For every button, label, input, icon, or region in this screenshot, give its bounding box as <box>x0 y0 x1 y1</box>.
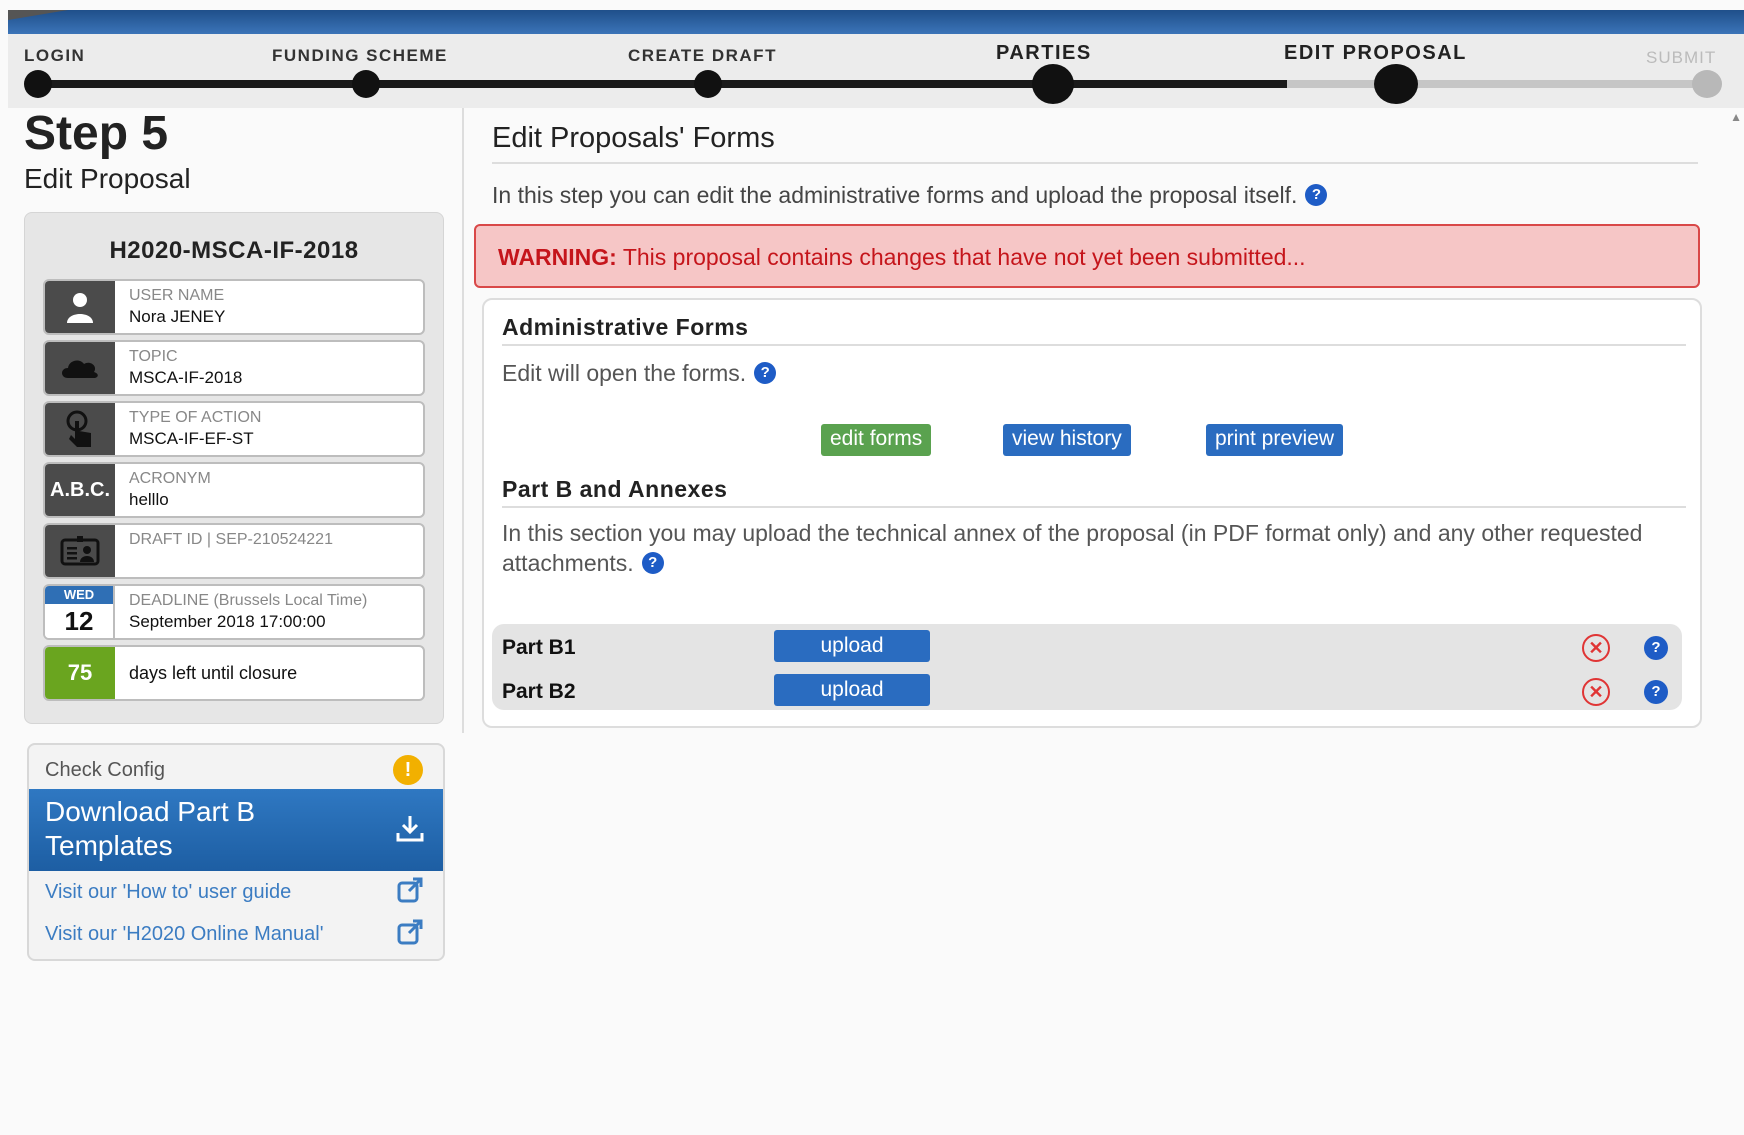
info-user-name: USER NAME Nora JENEY <box>43 279 425 335</box>
download-icon <box>395 813 425 851</box>
step-title: Step 5 <box>24 107 169 160</box>
check-config-label: Check Config <box>45 759 166 781</box>
info-deadline: WED 12 DEADLINE (Brussels Local Time) Se… <box>43 584 425 640</box>
step-label: SUBMIT <box>1646 48 1717 67</box>
info-key: TYPE OF ACTION <box>129 409 262 426</box>
warning-message: This proposal contains changes that have… <box>622 244 1306 270</box>
step-subtitle: Edit Proposal <box>24 163 191 194</box>
scroll-up-arrow-icon[interactable]: ▲ <box>1730 110 1742 124</box>
step-dot-current <box>1374 64 1418 104</box>
step-label: EDIT PROPOSAL <box>1284 42 1467 64</box>
info-value: MSCA-IF-2018 <box>129 368 243 387</box>
step-label: FUNDING SCHEME <box>272 46 448 65</box>
info-key: ACRONYM <box>129 470 211 487</box>
info-value: September 2018 17:00:00 <box>129 612 326 631</box>
help-panel: Check Config ! Download Part B Templates… <box>27 743 445 961</box>
section-divider <box>502 506 1686 508</box>
calendar-day: 12 <box>64 606 94 636</box>
info-draft-id: DRAFT ID | SEP-210524221 <box>43 523 425 579</box>
unsubmitted-warning: WARNING: This proposal contains changes … <box>474 224 1700 288</box>
part-b-title: Part B and Annexes <box>502 476 728 502</box>
download-templates-button[interactable]: Download Part B Templates <box>29 789 443 871</box>
info-key: USER NAME <box>129 287 225 304</box>
help-icon[interactable]: ? <box>1305 184 1328 206</box>
intro-label: In this step you can edit the administra… <box>492 182 1298 208</box>
step-label: LOGIN <box>24 46 86 65</box>
info-value: Nora JENEY <box>129 307 226 326</box>
proposal-info-card: H2020-MSCA-IF-2018 USER NAME Nora JENEY … <box>24 212 444 724</box>
upload-row-part-b2: Part B2 upload ✕ ? <box>492 670 1682 710</box>
upload-row-name: Part B2 <box>502 680 576 703</box>
sidebar: Step 5 Edit Proposal <box>24 108 444 196</box>
view-history-button[interactable]: view history <box>1003 424 1131 456</box>
days-left-count: 75 <box>45 647 115 699</box>
cloud-icon <box>45 342 115 394</box>
step-label: PARTIES <box>996 42 1092 64</box>
help-icon[interactable]: ? <box>641 552 664 574</box>
id-card-icon <box>45 525 115 577</box>
admin-forms-title: Administrative Forms <box>502 314 749 340</box>
check-config-link[interactable]: Check Config ! <box>29 745 443 789</box>
intro-text: In this step you can edit the administra… <box>492 182 1328 209</box>
step-dot <box>1032 64 1074 104</box>
info-action-type: TYPE OF ACTION MSCA-IF-EF-ST <box>43 401 425 457</box>
info-topic: TOPIC MSCA-IF-2018 <box>43 340 425 396</box>
pointer-hand-icon <box>45 403 115 455</box>
online-manual-link[interactable]: Visit our 'H2020 Online Manual' <box>29 913 443 955</box>
warning-icon: ! <box>393 755 423 785</box>
help-icon[interactable]: ? <box>1644 680 1668 704</box>
section-divider <box>502 344 1686 346</box>
admin-forms-text: Edit will open the forms.? <box>502 358 777 388</box>
upload-button[interactable]: upload <box>774 630 930 662</box>
calendar-weekday: WED <box>45 586 113 604</box>
edit-forms-button[interactable]: edit forms <box>821 424 932 456</box>
info-days-left: 75 days left until closure <box>43 645 425 701</box>
window-top-bar <box>8 10 1744 34</box>
admin-forms-label: Edit will open the forms. <box>502 360 747 386</box>
page-title: Edit Proposals' Forms <box>492 122 775 154</box>
help-icon[interactable]: ? <box>1644 636 1668 660</box>
title-divider <box>492 162 1698 164</box>
call-id: H2020-MSCA-IF-2018 <box>109 237 359 264</box>
window-corner <box>8 10 68 20</box>
abc-icon: A.B.C. <box>45 464 115 516</box>
step-dot <box>694 70 722 98</box>
calendar-icon: WED 12 <box>45 586 115 638</box>
info-acronym: A.B.C. ACRONYM helllo <box>43 462 425 518</box>
info-key: DEADLINE (Brussels Local Time) <box>129 592 368 609</box>
step-label: CREATE DRAFT <box>628 46 777 65</box>
external-link-icon <box>397 877 423 910</box>
column-divider <box>462 108 464 733</box>
delete-icon[interactable]: ✕ <box>1582 634 1610 662</box>
part-b-text: In this section you may upload the techn… <box>502 518 1652 578</box>
print-preview-button[interactable]: print preview <box>1206 424 1344 456</box>
step-dot <box>1692 70 1722 98</box>
user-icon <box>45 281 115 333</box>
days-left-text: days left until closure <box>129 663 298 683</box>
upload-row-name: Part B1 <box>502 636 576 659</box>
upload-table: Part B1 upload ✕ ? Part B2 upload ✕ ? <box>492 624 1682 710</box>
download-templates-label: Download Part B Templates <box>45 796 256 861</box>
part-b-label: In this section you may upload the techn… <box>502 520 1643 576</box>
help-icon[interactable]: ? <box>754 362 777 384</box>
info-value: MSCA-IF-EF-ST <box>129 429 254 448</box>
online-manual-label: Visit our 'H2020 Online Manual' <box>45 923 324 945</box>
stepper-track-pending <box>1287 80 1719 88</box>
warning-label: WARNING: <box>498 244 617 270</box>
upload-button[interactable]: upload <box>774 674 930 706</box>
step-dot <box>352 70 380 98</box>
info-key: DRAFT ID | SEP-210524221 <box>129 531 333 548</box>
external-link-icon <box>397 919 423 952</box>
stepper-track-complete <box>38 80 1287 88</box>
delete-icon[interactable]: ✕ <box>1582 678 1610 706</box>
step-dot <box>24 70 52 98</box>
progress-stepper: LOGIN FUNDING SCHEME CREATE DRAFT PARTIE… <box>8 34 1744 108</box>
how-to-guide-link[interactable]: Visit our 'How to' user guide <box>29 871 443 913</box>
info-key: TOPIC <box>129 348 178 365</box>
info-value: helllo <box>129 490 169 509</box>
upload-row-part-b1: Part B1 upload ✕ ? <box>492 626 1682 666</box>
how-to-guide-label: Visit our 'How to' user guide <box>45 881 292 903</box>
